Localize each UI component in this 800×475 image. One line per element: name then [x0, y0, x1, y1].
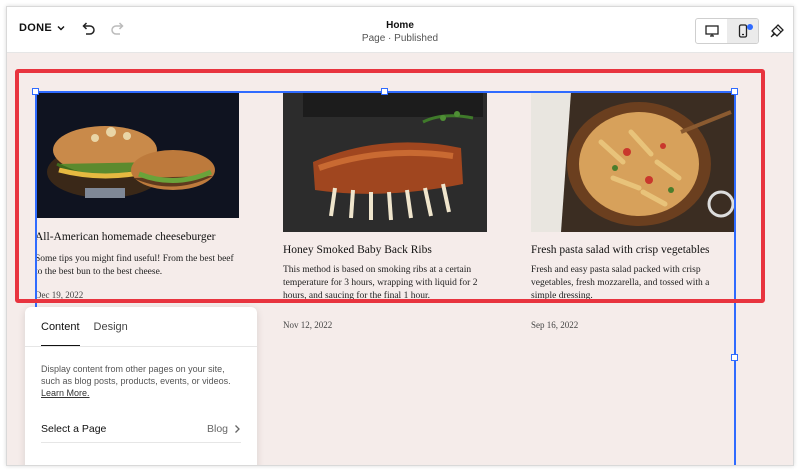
device-toggle — [695, 18, 759, 44]
mobile-notification-dot — [747, 24, 753, 30]
post-title[interactable]: Fresh pasta salad with crisp vegetables — [531, 244, 710, 256]
post-excerpt: Some tips you might find useful! From th… — [35, 254, 234, 277]
desktop-view-button[interactable] — [696, 19, 727, 43]
blog-card-2[interactable]: Honey Smoked Baby Back Ribs This method … — [283, 92, 493, 332]
page-title-block: Home Page · Published — [7, 20, 793, 44]
post-excerpt: This method is based on smoking ribs at … — [283, 265, 478, 301]
mobile-view-button[interactable] — [727, 19, 758, 43]
tab-content[interactable]: Content — [41, 321, 80, 346]
select-page-value: Blog — [207, 423, 241, 435]
post-title[interactable]: All-American homemade cheeseburger — [35, 231, 216, 243]
description-text: Display content from other pages on your… — [41, 364, 231, 386]
panel-tabs: Content Design — [41, 321, 128, 346]
select-page-label: Select a Page — [41, 422, 107, 435]
resize-handle-top-right[interactable] — [731, 88, 738, 95]
page-canvas: All-American homemade cheeseburger Some … — [7, 54, 793, 465]
page-title: Home — [386, 20, 414, 31]
selected-page: Blog — [206, 422, 228, 435]
post-title[interactable]: Honey Smoked Baby Back Ribs — [283, 244, 432, 256]
resize-handle-top-left[interactable] — [32, 88, 39, 95]
desktop-icon — [704, 25, 719, 37]
post-date: Sep 16, 2022 — [531, 320, 579, 330]
select-page-row[interactable]: Select a Page Blog — [41, 415, 241, 443]
selection-outline-right — [734, 91, 736, 465]
ribs-image — [283, 92, 487, 232]
blog-card-1[interactable]: All-American homemade cheeseburger Some … — [35, 92, 241, 312]
editor-frame: DONE Home Page · Published All-American … — [6, 6, 794, 466]
blog-card-3[interactable]: Fresh pasta salad with crisp vegetables … — [531, 92, 741, 332]
page-status: Page · Published — [361, 33, 439, 44]
post-excerpt: Fresh and easy pasta salad packed with c… — [531, 265, 710, 301]
mobile-icon — [738, 24, 747, 38]
post-date: Dec 19, 2022 — [35, 290, 84, 300]
post-date: Nov 12, 2022 — [283, 320, 333, 330]
tab-divider — [25, 346, 257, 347]
learn-more-link[interactable]: Learn More. — [41, 388, 90, 398]
brush-icon[interactable] — [769, 23, 785, 39]
panel-description: Display content from other pages on your… — [41, 363, 246, 399]
resize-handle-top-center[interactable] — [381, 88, 388, 95]
resize-handle-right-middle[interactable] — [731, 354, 738, 361]
chevron-right-icon — [235, 424, 240, 433]
top-toolbar: DONE Home Page · Published — [7, 7, 793, 53]
block-settings-panel: Content Design Display content from othe… — [25, 307, 257, 465]
cheeseburger-image — [35, 92, 239, 218]
tab-design[interactable]: Design — [94, 321, 128, 346]
pasta-salad-image — [531, 92, 735, 232]
